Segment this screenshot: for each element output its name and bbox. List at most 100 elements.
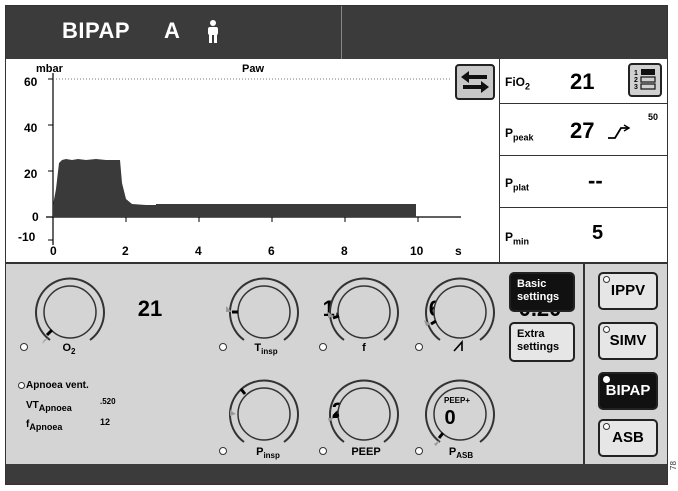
apnoea-title: Apnoea vent. <box>26 380 89 391</box>
fio2-value: 21 <box>570 69 595 94</box>
y-ticks <box>48 78 53 241</box>
o2-indicator <box>20 343 28 351</box>
peep-knob[interactable]: 5 <box>324 374 450 454</box>
pasb-indicator <box>415 447 423 455</box>
mode-button-label: BIPAP <box>605 382 651 399</box>
tinsp-indicator <box>219 343 227 351</box>
ppeak-measurement: Ppeak 27 50 <box>500 104 667 156</box>
frequency-knob[interactable]: 6.0 <box>324 272 459 352</box>
apnoea-ventilation-block: Apnoea vent. VTApnoea .520 fApnoea 12 <box>18 380 148 437</box>
mode-button-simv[interactable]: SIMV <box>598 322 658 360</box>
pressure-waveform-panel: mbar Paw 60 40 20 0 -10 0 2 4 6 8 10 s <box>6 59 499 262</box>
swap-curves-button[interactable] <box>455 64 495 100</box>
figure-side-mark: 78 <box>669 461 678 470</box>
x-tick-label: 4 <box>195 244 202 258</box>
pinsp-label: Pinsp <box>256 446 280 461</box>
adult-patient-icon <box>208 20 218 43</box>
o2-knob[interactable]: 21 <box>30 272 162 352</box>
apnoea-f-row: fApnoea 12 <box>18 417 148 437</box>
apnoea-f-value: 12 <box>100 417 111 427</box>
basic-settings-button[interactable]: Basic settings <box>509 272 575 312</box>
tinsp-label: Tinsp <box>254 342 278 357</box>
pasb-peep-plus-label: PEEP+ <box>444 396 471 405</box>
ventilator-screen: BIPAP A mbar Paw 60 40 20 0 -10 0 2 4 6 … <box>5 5 668 485</box>
patient-type-label: A <box>164 18 180 43</box>
extra-settings-button[interactable]: Extra settings <box>509 322 575 362</box>
pinsp-indicator <box>219 447 227 455</box>
pressure-rise-icon <box>608 124 631 139</box>
y-tick-label: -10 <box>18 230 36 244</box>
fio2-measurement: FiO2 21 1 2 3 <box>500 59 667 104</box>
x-ticks <box>52 217 419 222</box>
pplat-value: -- <box>588 168 603 193</box>
pplat-measurement: Pplat -- <box>500 156 667 208</box>
x-tick-label: 8 <box>341 244 348 258</box>
mode-button-bipap[interactable]: BIPAP <box>598 372 658 410</box>
y-tick-label: 20 <box>24 167 38 181</box>
pressure-waveform-trace <box>53 159 416 217</box>
x-unit-label: s <box>455 244 462 258</box>
pinsp-knob[interactable]: 25 <box>224 374 356 454</box>
mode-indicator <box>603 376 610 383</box>
pasb-knob[interactable]: PEEP+ 0 <box>420 374 500 454</box>
x-tick-label: 2 <box>122 244 129 258</box>
mode-button-ippv[interactable]: IPPV <box>598 272 658 310</box>
apnoea-vt-value: .520 <box>100 397 116 406</box>
svg-text:2: 2 <box>634 77 638 84</box>
header-divider <box>341 6 342 59</box>
mode-button-label: ASB <box>612 429 644 446</box>
mode-indicator <box>603 276 610 283</box>
ramp-symbol-icon <box>453 340 463 352</box>
frequency-indicator <box>319 343 327 351</box>
y-unit-label: mbar <box>36 63 64 75</box>
pmin-value: 5 <box>592 222 604 244</box>
apnoea-vt-row: VTApnoea .520 <box>18 397 148 417</box>
x-tick-label: 6 <box>268 244 275 258</box>
y-tick-label: 0 <box>32 210 39 224</box>
apnoea-vt-label: VTApnoea <box>26 400 72 413</box>
waveform-name-label: Paw <box>242 63 264 75</box>
status-footer-bar <box>6 464 667 484</box>
frequency-label: f <box>362 342 366 354</box>
mode-button-label: SIMV <box>609 332 647 349</box>
o2-label: O2 <box>62 342 76 357</box>
pinsp-dial-icon <box>229 379 299 443</box>
o2-dial-icon <box>35 277 105 344</box>
ventilation-mode-title: BIPAP <box>62 18 131 43</box>
peep-indicator <box>319 447 327 455</box>
o2-value: 21 <box>137 296 163 321</box>
swap-arrows-icon <box>461 71 489 93</box>
mode-indicator <box>603 326 610 333</box>
mode-button-asb[interactable]: ASB <box>598 419 658 457</box>
apnoea-f-label: fApnoea <box>26 419 63 432</box>
settings-panel: 21 O2 1.70 Tinsp 6.0 f <box>6 262 667 466</box>
mode-indicator <box>603 423 610 430</box>
x-tick-label: 0 <box>50 244 57 258</box>
x-tick-label: 10 <box>410 244 424 258</box>
apnoea-indicator <box>18 382 25 389</box>
measurement-panel: FiO2 21 1 2 3 Ppeak 27 50 Pplat -- Pmin … <box>499 59 667 262</box>
svg-text:1: 1 <box>634 70 638 77</box>
header-bar: BIPAP A <box>6 6 667 59</box>
list-icon: 1 2 3 <box>634 69 656 91</box>
y-tick-label: 60 <box>24 75 38 89</box>
ppeak-alarm-limit: 50 <box>648 112 659 122</box>
ppeak-label: Ppeak <box>505 126 534 143</box>
measured-values-list-button[interactable]: 1 2 3 <box>628 63 662 97</box>
peep-label: PEEP <box>351 446 381 458</box>
pplat-label: Pplat <box>505 176 530 193</box>
tinsp-dial-icon <box>226 277 299 341</box>
ramp-indicator <box>415 343 423 351</box>
pasb-label: PASB <box>448 446 474 461</box>
tinsp-knob[interactable]: 1.70 <box>224 272 365 352</box>
pmin-measurement: Pmin 5 <box>500 208 667 262</box>
frequency-dial-icon <box>328 277 399 341</box>
peep-dial-icon <box>328 379 399 443</box>
pasb-value: 0 <box>444 407 456 429</box>
pressure-waveform-chart: mbar Paw 60 40 20 0 -10 0 2 4 6 8 10 s <box>18 63 462 258</box>
pmin-label: Pmin <box>505 230 530 247</box>
svg-text:3: 3 <box>634 84 638 91</box>
mode-button-label: IPPV <box>610 282 646 299</box>
apnoea-title-row: Apnoea vent. <box>18 380 148 394</box>
y-tick-label: 40 <box>24 121 38 135</box>
